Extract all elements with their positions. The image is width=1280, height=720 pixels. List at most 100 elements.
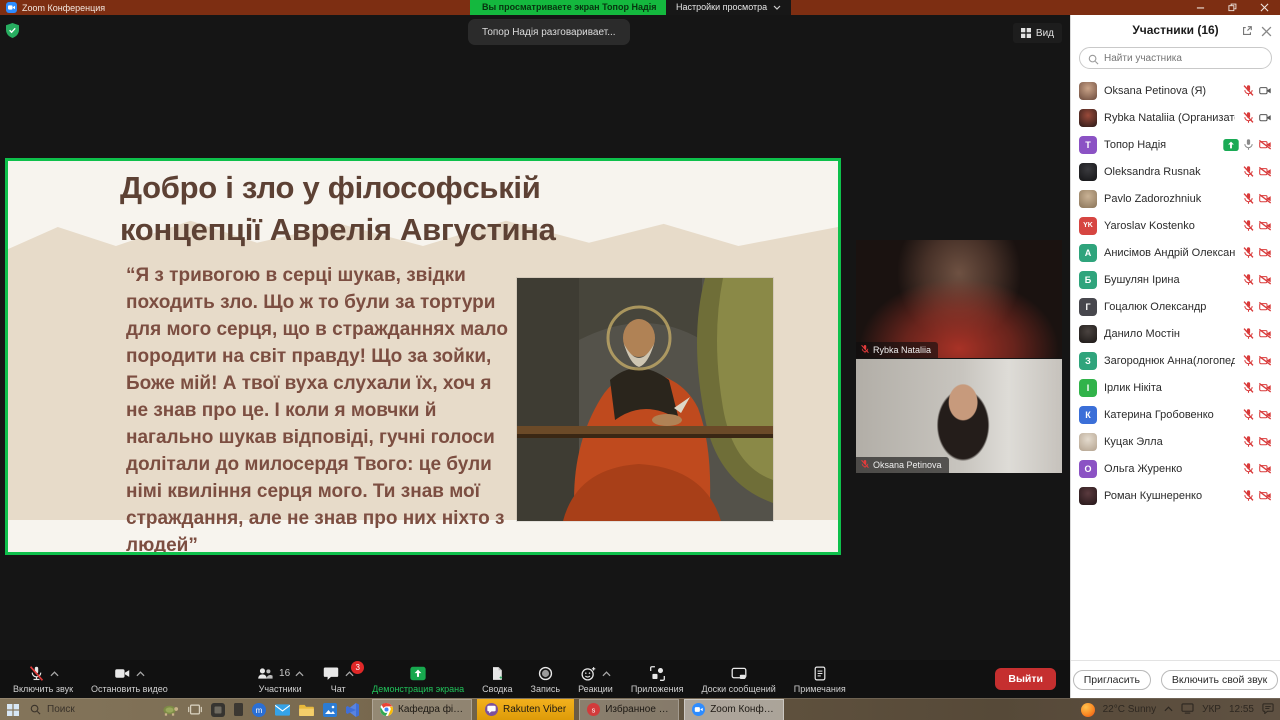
system-tray: 22°C Sunny УКР 12:55: [1081, 702, 1274, 717]
toolbar-summary-button[interactable]: Сводка: [473, 660, 521, 698]
participant-name: Топор Надія: [1104, 139, 1216, 151]
folder-icon[interactable]: [299, 704, 314, 716]
network-icon[interactable]: [1181, 703, 1194, 717]
toolbar-record-button[interactable]: Запись: [522, 660, 570, 698]
mic-muted-icon: [1242, 327, 1255, 340]
participant-row[interactable]: ІІрлик Нікіта: [1071, 374, 1280, 401]
weather-icon[interactable]: [1081, 703, 1095, 717]
participant-row[interactable]: Rybka Nataliia (Организатор): [1071, 104, 1280, 131]
participant-row[interactable]: Данило Мостін: [1071, 320, 1280, 347]
participant-status-icons: [1242, 246, 1272, 259]
participant-row[interactable]: Pavlo Zadorozhniuk: [1071, 185, 1280, 212]
participant-avatar: YK: [1079, 217, 1097, 235]
participant-name: Куцак Элла: [1104, 436, 1235, 448]
dark-app-icon[interactable]: [211, 703, 225, 717]
participant-status-icons: [1242, 327, 1272, 340]
participant-status-icons: [1242, 219, 1272, 232]
task-view-icon[interactable]: [188, 703, 202, 716]
participant-row[interactable]: ООльга Журенко: [1071, 455, 1280, 482]
popout-panel-icon[interactable]: [1241, 24, 1253, 42]
taskbar-search-label: Поиск: [47, 704, 75, 715]
toolbar-whiteboard-button[interactable]: Доски сообщений: [692, 660, 784, 698]
taskbar-app-chrome[interactable]: Кафедра філософії, ...: [372, 699, 472, 720]
clock[interactable]: 12:55: [1229, 704, 1254, 715]
camera-off-icon: [1258, 381, 1272, 394]
camera-on-icon: [1258, 111, 1272, 124]
participant-row[interactable]: Oleksandra Rusnak: [1071, 158, 1280, 185]
viber-icon: [485, 703, 498, 716]
participant-row[interactable]: Куцак Элла: [1071, 428, 1280, 455]
shared-screen: Добро і зло у філософській концепції Авр…: [5, 158, 841, 555]
chevron-up-icon[interactable]: [602, 664, 611, 682]
participant-row[interactable]: Oksana Petinova (Я): [1071, 77, 1280, 104]
participants-panel: Участники (16) Oksana Petinova (Я)Rybka …: [1070, 15, 1280, 698]
toolbar-reactions-button[interactable]: Реакции: [569, 660, 622, 698]
mail-m-icon[interactable]: m: [252, 703, 266, 717]
chevron-up-icon[interactable]: [50, 664, 59, 682]
toolbar-participants-button[interactable]: 16Участники: [247, 660, 313, 698]
mic-muted-icon: [860, 459, 870, 471]
mic-muted-icon: [1242, 273, 1255, 286]
participant-row[interactable]: Роман Кушнеренко: [1071, 482, 1280, 509]
chevron-up-icon[interactable]: [136, 664, 145, 682]
security-shield-icon[interactable]: [6, 23, 19, 43]
participant-row[interactable]: ЗЗагороднюк Анна(логопедія): [1071, 347, 1280, 374]
minimize-button[interactable]: [1184, 0, 1216, 15]
zoom-toolbar: Включить звук Остановить видео 16Участник…: [0, 660, 1070, 698]
chevron-up-icon[interactable]: [295, 664, 304, 682]
language-indicator[interactable]: УКР: [1202, 704, 1221, 715]
taskbar-app-zoom[interactable]: Zoom Конференция: [684, 699, 784, 720]
participant-row[interactable]: ККатерина Гробовенко: [1071, 401, 1280, 428]
turtle-icon[interactable]: [162, 703, 179, 717]
close-button[interactable]: [1248, 0, 1280, 15]
view-button[interactable]: Вид: [1013, 23, 1062, 43]
taskbar-search[interactable]: Поиск: [30, 704, 148, 715]
participant-avatar: Г: [1079, 298, 1097, 316]
invite-button[interactable]: Пригласить: [1073, 670, 1151, 690]
toolbar-apps-button[interactable]: Приложения: [622, 660, 693, 698]
toolbar-notes-button[interactable]: Примечания: [785, 660, 855, 698]
mic-muted-icon: [1242, 192, 1255, 205]
participant-status-icons: [1242, 381, 1272, 394]
mic-muted-icon: [1242, 219, 1255, 232]
participant-avatar: [1079, 487, 1097, 505]
participant-name: Rybka Nataliia (Организатор): [1104, 112, 1235, 124]
visual-studio-icon[interactable]: [346, 703, 360, 717]
restore-button[interactable]: [1216, 0, 1248, 15]
participant-status-icons: [1242, 408, 1272, 421]
toolbar-mic-off-button[interactable]: Включить звук: [4, 660, 82, 698]
taskbar-app-viber[interactable]: Rakuten Viber: [477, 699, 574, 720]
notification-center-icon[interactable]: [1262, 702, 1274, 717]
participant-row[interactable]: ГГоцалюк Олександр: [1071, 293, 1280, 320]
photos-icon[interactable]: [323, 703, 337, 717]
participant-row[interactable]: YKYaroslav Kostenko: [1071, 212, 1280, 239]
participant-row[interactable]: ТТопор Надія: [1071, 131, 1280, 158]
toolbar-label: Демонстрация экрана: [372, 684, 464, 694]
taskbar-app-favorites[interactable]: sИзбранное – (34285): [579, 699, 679, 720]
toolbar-camera-button[interactable]: Остановить видео: [82, 660, 177, 698]
view-settings-button[interactable]: Настройки просмотра: [666, 0, 791, 15]
video-name-tag: Rybka Nataliia: [856, 342, 938, 358]
video-participant-name: Oksana Petinova: [873, 460, 942, 470]
toolbar-label: Сводка: [482, 684, 512, 694]
weather-text[interactable]: 22°C Sunny: [1103, 704, 1156, 715]
toolbar-label: Включить звук: [13, 684, 73, 694]
unmute-self-button[interactable]: Включить свой звук: [1161, 670, 1278, 690]
participants-count-badge: 16: [279, 668, 290, 679]
toolbar-label: Запись: [531, 684, 561, 694]
leave-meeting-button[interactable]: Выйти: [995, 668, 1056, 690]
participant-status-icons: [1223, 138, 1272, 151]
participant-row[interactable]: ББушулян Ірина: [1071, 266, 1280, 293]
close-panel-icon[interactable]: [1261, 24, 1272, 42]
tray-chevron-up-icon[interactable]: [1164, 704, 1173, 715]
video-thumbnail-oksana[interactable]: Oksana Petinova: [856, 359, 1062, 473]
toolbar-chat-button[interactable]: 3Чат: [313, 660, 363, 698]
search-input[interactable]: [1079, 47, 1272, 69]
small-dark-app-icon[interactable]: [234, 703, 243, 716]
participant-row[interactable]: ААнисімов Андрій Олександрович: [1071, 239, 1280, 266]
video-thumbnail-rybka[interactable]: Rybka Nataliia: [856, 240, 1062, 358]
envelope-icon[interactable]: [275, 704, 290, 716]
toolbar-share-screen-button[interactable]: Демонстрация экрана: [363, 660, 473, 698]
start-button[interactable]: [0, 704, 26, 716]
taskbar-app-label: Кафедра філософії, ...: [398, 704, 464, 715]
